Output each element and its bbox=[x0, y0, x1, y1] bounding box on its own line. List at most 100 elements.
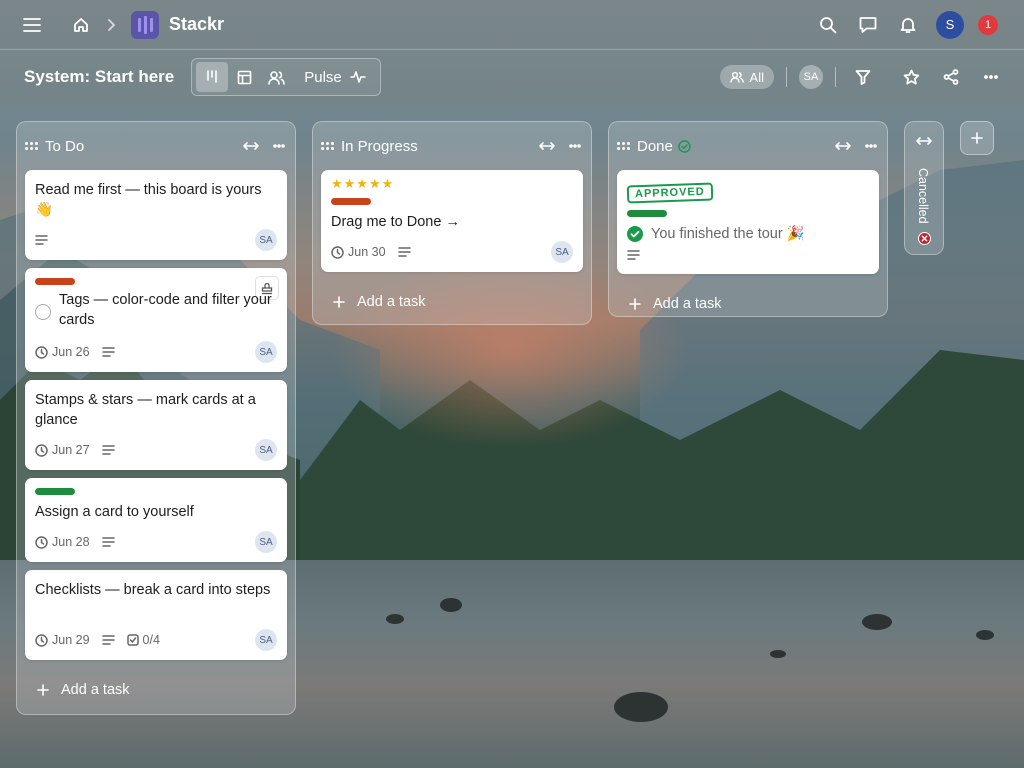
card-emoji: 👋 bbox=[35, 202, 54, 218]
plus-icon bbox=[971, 132, 983, 144]
column-title: Cancelled bbox=[916, 168, 930, 224]
assignee-avatar[interactable]: SA bbox=[255, 439, 277, 461]
assignee-avatar[interactable]: SA bbox=[255, 531, 277, 553]
cancelled-x-icon bbox=[918, 232, 931, 245]
due-date[interactable]: Jun 30 bbox=[331, 245, 386, 259]
add-task-button[interactable]: Add a task bbox=[333, 294, 426, 310]
column-header: In Progress bbox=[313, 122, 591, 170]
divider bbox=[786, 67, 787, 87]
card-title: You finished the tour 🎉 bbox=[651, 226, 805, 242]
task-card[interactable]: APPROVED You finished the tour 🎉 bbox=[617, 170, 879, 274]
tag-label[interactable] bbox=[35, 488, 75, 495]
tag-label[interactable] bbox=[35, 278, 75, 285]
description-icon bbox=[35, 235, 48, 245]
column-more-icon[interactable] bbox=[569, 144, 581, 148]
task-card[interactable]: ★★★★★ Drag me to Done → Jun 30 SA bbox=[321, 170, 583, 272]
chat-icon[interactable] bbox=[858, 15, 878, 35]
done-check-icon bbox=[678, 139, 691, 153]
drag-handle-icon[interactable] bbox=[25, 142, 39, 150]
column-title: Done bbox=[637, 137, 673, 155]
task-card[interactable]: Tags — color-code and filter your cards … bbox=[25, 268, 287, 372]
due-date[interactable]: Jun 28 bbox=[35, 535, 90, 549]
expand-icon[interactable] bbox=[916, 136, 932, 146]
add-task-button[interactable]: Add a task bbox=[37, 682, 130, 698]
pulse-view-button[interactable]: Pulse bbox=[292, 69, 376, 86]
filter-all-label: All bbox=[749, 69, 764, 85]
clock-icon bbox=[35, 443, 48, 457]
more-options-icon[interactable] bbox=[982, 68, 1000, 86]
tag-label[interactable] bbox=[331, 198, 371, 205]
filter-icon[interactable] bbox=[854, 68, 872, 86]
due-date[interactable]: Jun 26 bbox=[35, 345, 90, 359]
column-more-icon[interactable] bbox=[865, 144, 877, 148]
column-more-icon[interactable] bbox=[273, 144, 285, 148]
description-icon bbox=[397, 247, 411, 257]
plus-icon bbox=[629, 298, 641, 310]
column-cancelled-collapsed[interactable]: Cancelled bbox=[904, 121, 944, 255]
complete-checkbox[interactable] bbox=[35, 304, 51, 320]
divider bbox=[835, 67, 836, 87]
resize-icon[interactable] bbox=[539, 141, 555, 151]
bell-icon[interactable] bbox=[898, 15, 918, 35]
top-nav: Stackr S 1 bbox=[0, 0, 1024, 50]
column-header: Done bbox=[609, 122, 887, 170]
members-icon bbox=[729, 71, 744, 83]
add-task-button[interactable]: Add a task bbox=[629, 296, 722, 312]
due-date-text: Jun 27 bbox=[52, 443, 90, 457]
pulse-icon bbox=[349, 71, 366, 83]
board-view-icon[interactable] bbox=[196, 62, 229, 92]
due-date-text: Jun 30 bbox=[348, 245, 386, 259]
description-icon bbox=[627, 250, 640, 260]
hamburger-menu-icon[interactable] bbox=[22, 15, 42, 35]
due-date-text: Jun 29 bbox=[52, 633, 90, 647]
checklist-count: 0/4 bbox=[142, 633, 160, 647]
add-task-label: Add a task bbox=[653, 296, 722, 312]
table-view-icon[interactable] bbox=[228, 62, 260, 92]
drag-handle-icon[interactable] bbox=[321, 142, 335, 150]
rock bbox=[862, 614, 892, 630]
completed-check-icon[interactable] bbox=[627, 226, 643, 242]
task-card[interactable]: Assign a card to yourself Jun 28 SA bbox=[25, 478, 287, 562]
members-view-icon[interactable] bbox=[260, 62, 292, 92]
user-avatar[interactable]: S bbox=[936, 10, 964, 39]
assignee-avatar[interactable]: SA bbox=[255, 229, 277, 251]
due-date-text: Jun 28 bbox=[52, 535, 90, 549]
checklist-progress[interactable]: 0/4 bbox=[126, 633, 160, 647]
pulse-label: Pulse bbox=[304, 68, 342, 86]
star-rating[interactable]: ★★★★★ bbox=[331, 176, 394, 192]
clock-icon bbox=[35, 633, 48, 647]
add-column-button[interactable] bbox=[960, 121, 994, 155]
approved-stamp[interactable]: APPROVED bbox=[626, 182, 714, 204]
star-icon[interactable] bbox=[902, 68, 920, 86]
rock bbox=[614, 692, 668, 722]
plus-icon bbox=[333, 296, 345, 308]
due-date[interactable]: Jun 29 bbox=[35, 633, 90, 647]
search-icon[interactable] bbox=[818, 15, 838, 35]
member-avatar[interactable]: SA bbox=[799, 65, 823, 89]
rock bbox=[440, 598, 462, 612]
checklist-icon bbox=[126, 634, 139, 646]
clock-icon bbox=[331, 245, 344, 259]
due-date[interactable]: Jun 27 bbox=[35, 443, 90, 457]
home-icon[interactable] bbox=[72, 16, 90, 34]
card-title: Read me first — this board is yours bbox=[35, 182, 262, 198]
share-icon[interactable] bbox=[942, 68, 960, 86]
column-header: To Do bbox=[17, 122, 295, 170]
column-todo: To Do Read me first — this board is your… bbox=[16, 121, 296, 715]
resize-icon[interactable] bbox=[835, 141, 851, 151]
task-card[interactable]: Read me first — this board is yours 👋 SA bbox=[25, 170, 287, 260]
rock bbox=[770, 650, 786, 658]
task-card[interactable]: Stamps & stars — mark cards at a glance … bbox=[25, 380, 287, 470]
description-icon bbox=[101, 347, 115, 357]
tag-label[interactable] bbox=[627, 210, 667, 217]
card-title: Drag me to Done → bbox=[331, 214, 460, 230]
drag-handle-icon[interactable] bbox=[617, 142, 631, 150]
assignee-avatar[interactable]: SA bbox=[551, 241, 573, 263]
member-filter-pill[interactable]: All bbox=[719, 65, 774, 89]
card-title: Checklists — break a card into steps bbox=[35, 582, 271, 598]
assignee-avatar[interactable]: SA bbox=[255, 629, 277, 651]
notification-badge[interactable]: 1 bbox=[978, 14, 998, 35]
assignee-avatar[interactable]: SA bbox=[255, 341, 277, 363]
resize-icon[interactable] bbox=[243, 141, 259, 151]
task-card[interactable]: Checklists — break a card into steps Jun… bbox=[25, 570, 287, 660]
